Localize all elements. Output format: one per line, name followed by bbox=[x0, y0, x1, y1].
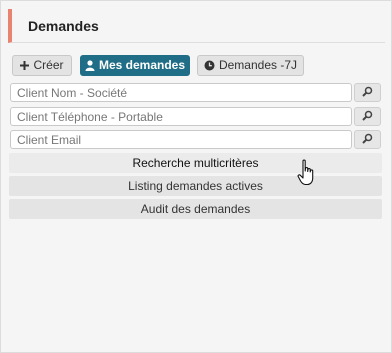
hand-pointer-icon bbox=[297, 159, 317, 190]
client-name-search-button[interactable] bbox=[354, 83, 381, 102]
requests-audit-button[interactable]: Audit des demandes bbox=[9, 199, 382, 219]
recent-requests-button-label: Demandes -7J bbox=[218, 58, 298, 72]
multicriteria-search-button[interactable]: Recherche multicritères bbox=[9, 153, 382, 173]
my-requests-button-label: Mes demandes bbox=[98, 58, 186, 72]
clock-icon bbox=[204, 60, 215, 71]
magnifier-icon bbox=[362, 133, 373, 147]
my-requests-button[interactable]: Mes demandes bbox=[80, 55, 190, 76]
client-phone-input[interactable] bbox=[10, 107, 352, 126]
panel-header: Demandes bbox=[8, 9, 385, 43]
create-button[interactable]: Créer bbox=[12, 55, 72, 76]
user-icon bbox=[85, 60, 95, 71]
client-name-input[interactable] bbox=[10, 83, 352, 102]
magnifier-icon bbox=[362, 110, 373, 124]
active-requests-listing-button[interactable]: Listing demandes actives bbox=[9, 176, 382, 196]
requests-panel: Demandes Créer Mes demandes Demandes -7J bbox=[0, 0, 392, 353]
client-email-search-button[interactable] bbox=[354, 130, 381, 149]
recent-requests-button[interactable]: Demandes -7J bbox=[197, 55, 304, 76]
plus-icon bbox=[20, 61, 30, 70]
create-button-label: Créer bbox=[33, 58, 64, 72]
client-email-input[interactable] bbox=[10, 130, 352, 149]
client-phone-search-button[interactable] bbox=[354, 107, 381, 126]
magnifier-icon bbox=[362, 86, 373, 100]
panel-title: Demandes bbox=[28, 18, 99, 34]
